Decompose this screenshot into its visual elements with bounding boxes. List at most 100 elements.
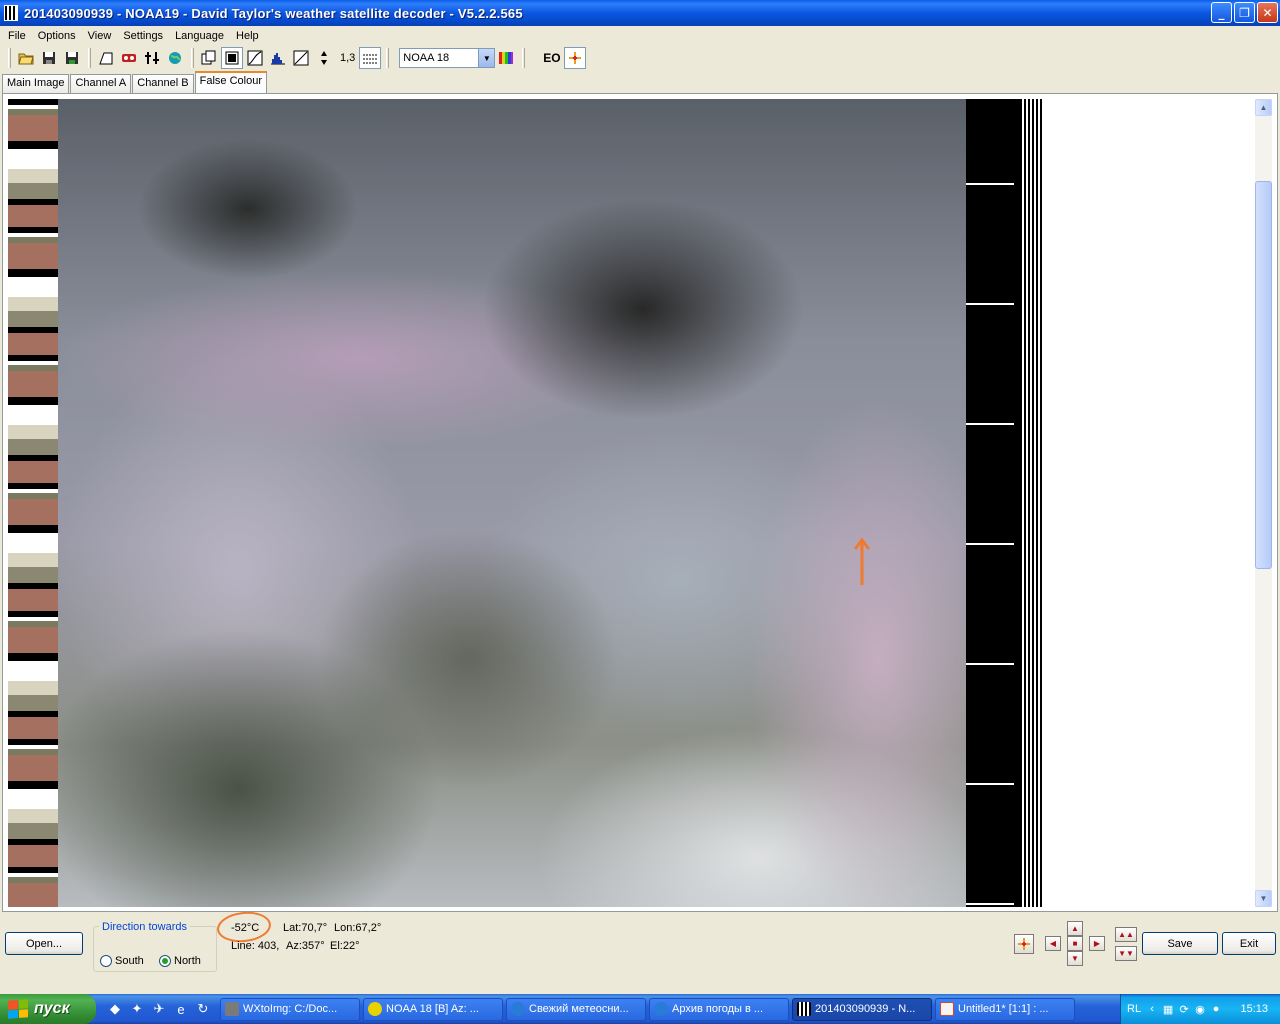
open-button[interactable]: Open... — [5, 932, 83, 955]
start-label: пуск — [34, 1000, 70, 1017]
tab-false-colour[interactable]: False Colour — [194, 71, 267, 93]
toolbar-grip[interactable] — [8, 48, 11, 68]
task-label: NOAA 18 [B] Az: ... — [386, 1003, 479, 1015]
radio-south-dot[interactable] — [100, 955, 112, 967]
minute-tick — [966, 543, 1014, 545]
menu-view[interactable]: View — [82, 30, 118, 42]
task-label: 201403090939 - N... — [815, 1003, 916, 1015]
radio-north[interactable]: North — [159, 955, 201, 967]
crosshair-toggle-button[interactable] — [1014, 934, 1034, 954]
chevron-down-icon[interactable]: ▼ — [478, 49, 495, 67]
levels-icon[interactable] — [141, 47, 163, 69]
scroll-down-button[interactable]: ▼ — [1255, 890, 1272, 907]
radio-north-dot[interactable] — [159, 955, 171, 967]
language-indicator[interactable]: RL — [1127, 1003, 1141, 1015]
radio-south[interactable]: South — [100, 955, 144, 967]
taskbar-item-browser-2[interactable]: Архив погоды в ... — [649, 997, 789, 1021]
azimuth-readout: Az:357° — [286, 940, 325, 952]
dotted-lines-icon[interactable] — [359, 47, 382, 69]
window-title: 201403090939 - NOAA19 - David Taylor's w… — [24, 5, 523, 21]
crop-icon[interactable] — [95, 47, 117, 69]
tab-channel-b[interactable]: Channel B — [132, 74, 194, 93]
scroll-up-button[interactable]: ▲ — [1255, 99, 1272, 116]
taskbar-item-wxtoimg[interactable]: WXtoImg: C:/Doc... — [220, 997, 360, 1021]
maximize-button[interactable]: ❐ — [1234, 2, 1255, 23]
lat-readout: Lat:70,7° — [283, 922, 328, 934]
crosshair-icon — [1018, 938, 1030, 950]
exit-button[interactable]: Exit — [1222, 932, 1276, 955]
refresh-icon[interactable]: ↻ — [194, 1000, 212, 1018]
plane-icon[interactable]: ✈ — [150, 1000, 168, 1018]
menu-language[interactable]: Language — [169, 30, 230, 42]
paint-icon — [940, 1002, 954, 1016]
line-readout: Line: 403, — [231, 940, 280, 952]
toolbar-separator — [191, 48, 194, 68]
save-icon[interactable] — [38, 47, 60, 69]
browser-icon[interactable]: e — [172, 1000, 190, 1018]
copy-icon[interactable] — [198, 47, 220, 69]
tab-channel-a[interactable]: Channel A — [70, 74, 132, 93]
taskbar-item-wxsat[interactable]: 201403090939 - N... — [792, 997, 932, 1021]
pan-right-button[interactable]: ▶ — [1089, 936, 1105, 951]
zoom-value: 1,3 — [340, 52, 356, 64]
desktop-icon[interactable]: ◆ — [106, 1000, 124, 1018]
save-button[interactable]: Save — [1142, 932, 1218, 955]
task-label: Свежий метеосни... — [529, 1003, 629, 1015]
taskbar-item-browser-1[interactable]: Свежий метеосни... — [506, 997, 646, 1021]
taskbar-item-noaa18[interactable]: NOAA 18 [B] Az: ... — [363, 997, 503, 1021]
tray-skype-icon[interactable]: ● — [1209, 1002, 1223, 1016]
taskbar-item-paint[interactable]: Untitled1* [1:1] : ... — [935, 997, 1075, 1021]
task-label: Архив погоды в ... — [672, 1003, 764, 1015]
tape-icon[interactable] — [118, 47, 140, 69]
pan-center-button[interactable]: ■ — [1067, 936, 1083, 951]
satellite-select[interactable]: NOAA 18 ▼ — [399, 48, 496, 68]
save-as-icon[interactable] — [61, 47, 83, 69]
taskbar: пуск ◆ ✦ ✈ e ↻ WXtoImg: C:/Doc... NOAA 1… — [0, 994, 1280, 1024]
zoom-spinner-icon[interactable] — [313, 47, 335, 69]
toolbar-separator — [88, 48, 91, 68]
satellite-image-view[interactable] — [8, 99, 1042, 907]
histogram-icon[interactable] — [267, 47, 289, 69]
menu-file[interactable]: File — [2, 30, 32, 42]
minute-tick — [966, 903, 1014, 905]
toolbar-separator — [522, 48, 526, 68]
app-icon — [4, 5, 18, 21]
open-folder-icon[interactable] — [15, 47, 37, 69]
curve-icon[interactable] — [244, 47, 266, 69]
palette-icon[interactable] — [495, 47, 517, 69]
wxsat-icon — [797, 1002, 811, 1016]
contrast-icon[interactable] — [290, 47, 312, 69]
crosshair-icon[interactable] — [563, 47, 586, 69]
tray-expand-icon[interactable]: ‹ — [1145, 1002, 1159, 1016]
direction-title: Direction towards — [99, 921, 190, 933]
page-up-button[interactable]: ▲▲ — [1115, 927, 1137, 942]
globe-icon[interactable] — [164, 47, 186, 69]
satellite-icon[interactable]: ✦ — [128, 1000, 146, 1018]
minimize-button[interactable]: _ — [1211, 2, 1232, 23]
pan-left-button[interactable]: ◀ — [1045, 936, 1061, 951]
minute-tick — [966, 183, 1014, 185]
radio-south-label: South — [115, 955, 144, 967]
menu-help[interactable]: Help — [230, 30, 265, 42]
false-colour-image[interactable] — [58, 99, 966, 907]
pan-down-button[interactable]: ▼ — [1067, 951, 1083, 966]
menu-options[interactable]: Options — [32, 30, 82, 42]
black-square-icon[interactable] — [221, 47, 243, 69]
status-panel: Open... Direction towards South North -5… — [0, 909, 1280, 992]
pan-up-button[interactable]: ▲ — [1067, 921, 1083, 936]
scroll-thumb[interactable] — [1255, 181, 1272, 569]
tray-sync-icon[interactable]: ⟳ — [1177, 1002, 1191, 1016]
page-down-button[interactable]: ▼▼ — [1115, 946, 1137, 961]
start-button[interactable]: пуск — [0, 994, 96, 1024]
orbitron-icon — [368, 1002, 382, 1016]
eo-label: EO — [543, 51, 561, 65]
toolbar: 1,3 NOAA 18 ▼ EO — [0, 45, 1280, 71]
tray-security-icon[interactable]: ◉ — [1193, 1002, 1207, 1016]
vertical-scrollbar[interactable]: ▲ ▼ — [1255, 99, 1272, 907]
menu-settings[interactable]: Settings — [117, 30, 169, 42]
tab-main-image[interactable]: Main Image — [2, 74, 70, 93]
tray-icons: ‹ ▦ ⟳ ◉ ● — [1145, 1002, 1223, 1016]
annotation-arrow-icon — [853, 537, 871, 585]
tray-network-icon[interactable]: ▦ — [1161, 1002, 1175, 1016]
close-button[interactable]: ✕ — [1257, 2, 1278, 23]
